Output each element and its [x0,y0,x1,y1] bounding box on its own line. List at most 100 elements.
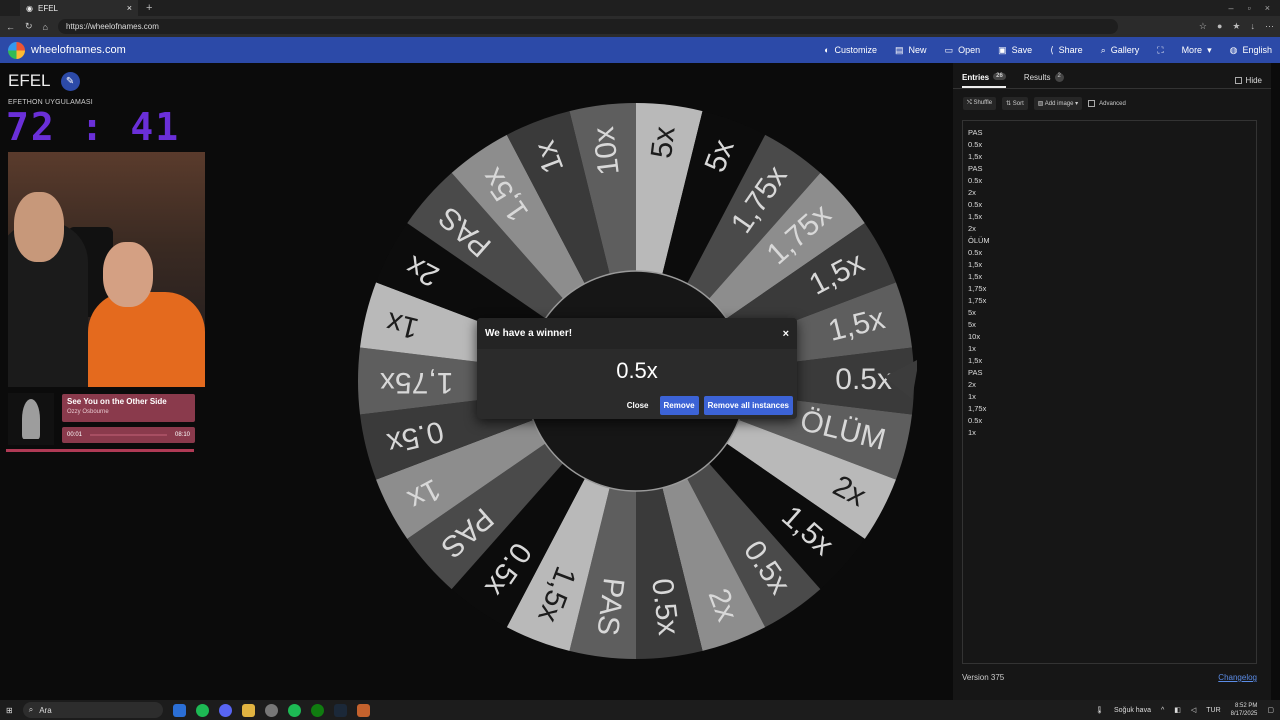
entry-line: 0.5x [968,140,983,149]
customize-button[interactable]: ◐ Customize [824,45,877,55]
home-icon[interactable]: ⌂ [43,22,48,32]
url-text: https://wheelofnames.com [65,22,159,31]
new-tab-icon[interactable]: + [146,2,152,14]
app-header: wheelofnames.com ◐ Customize ▤ New ▭ Open ▣… [0,37,1280,63]
save-button[interactable]: ▣ Save [998,45,1032,56]
site-name[interactable]: wheelofnames.com [31,44,126,56]
wheel-title: EFEL [8,71,51,90]
gallery-button[interactable]: ⌕ Gallery [1101,45,1140,56]
entries-panel: Entries 26 Results 2 Hide ⤭ Shuffle ⇅ So… [953,63,1271,703]
language-button[interactable]: ◍ English [1230,45,1272,56]
xbox-icon[interactable] [310,703,324,717]
taskbar: ⊞ ⌕ Ara 🌡 Soğuk hava ^ ◧ ◁ TUR 8:52 PM 8… [0,700,1280,720]
image-icon: ▨ [1037,101,1045,107]
entry-line: PAS [968,164,983,173]
browser-tab[interactable]: ◉ EFEL × [20,0,138,16]
entry-line: 0.5x [968,176,983,185]
entry-line: 1x [968,344,976,353]
volume-icon[interactable]: ◁ [1191,706,1196,714]
entry-line: 0.5x [968,200,983,209]
notification-icon[interactable]: ▢ [1267,706,1274,714]
edge-icon[interactable] [172,703,186,717]
entries-count-badge: 26 [993,73,1006,80]
song-progress: 00:01 08:10 [62,427,195,443]
entry-line: ÖLÜM [968,236,990,245]
obs-icon[interactable] [356,703,370,717]
maximize-icon[interactable]: ▫ [1248,3,1251,13]
network-icon[interactable]: ◧ [1174,706,1181,714]
wheel-segment-label: 0.5x [835,363,892,396]
close-icon[interactable]: × [783,328,789,340]
start-icon[interactable]: ⊞ [6,706,13,715]
wheel-logo-icon[interactable] [8,41,25,59]
fullscreen-button[interactable]: ⛶ [1157,45,1163,56]
edit-title-button[interactable]: ✎ [60,71,80,91]
downloads-icon[interactable]: ↓ [1251,21,1256,32]
discord-icon[interactable] [218,703,232,717]
song-progress-track [90,434,167,436]
entry-line: 1,5x [968,260,983,269]
advanced-toggle[interactable]: Advanced [1088,100,1126,107]
entry-line: 2x [968,224,976,233]
entry-line: 1,5x [968,356,983,365]
tab-entries[interactable]: Entries 26 [962,73,1006,88]
open-button[interactable]: ▭ Open [945,45,981,56]
shuffle-button[interactable]: ⤭ Shuffle [963,97,997,110]
taskbar-search[interactable]: ⌕ Ara [22,702,163,718]
steam-icon[interactable] [333,703,347,717]
remove-all-button[interactable]: Remove all instances [703,396,793,415]
spotify-2-icon[interactable] [287,703,301,717]
folder-icon[interactable] [241,703,255,717]
minimize-icon[interactable]: – [1229,3,1234,13]
clock[interactable]: 8:52 PM 8/17/2025 [1231,702,1258,718]
tray-chevron-icon[interactable]: ^ [1161,707,1164,714]
entry-line: 2x [968,380,976,389]
entries-toolbar: ⤭ Shuffle ⇅ Sort ▨ Add image ▾ Advanced [953,89,1271,118]
person-right-head [103,242,153,307]
extension-icon[interactable]: ● [1217,21,1222,32]
window-close-icon[interactable]: × [1265,3,1270,13]
reload-icon[interactable]: ↻ [25,21,33,32]
more-icon[interactable]: ⋯ [1265,21,1274,32]
entry-line: 0.5x [968,416,983,425]
weather-label[interactable]: Soğuk hava [1114,707,1151,714]
entry-line: 5x [968,320,976,329]
star-icon[interactable]: ☆ [1199,21,1207,32]
hide-checkbox[interactable] [1234,77,1242,84]
entries-textarea[interactable]: PAS 0.5x 1,5x PAS 0.5x 2x 0.5x 1,5x 2x ÖLÜM 0.5x 1,… [962,120,1257,664]
entry-line: 2x [968,188,976,197]
changelog-link[interactable]: Changelog [1218,673,1257,682]
progress-underline [6,449,194,452]
back-icon[interactable]: ← [6,22,15,32]
entry-line: 1,5x [968,152,983,161]
more-button[interactable]: More ▾ [1182,45,1212,56]
share-button[interactable]: ⟨ Share [1050,45,1083,56]
album-cover [8,393,54,445]
chevron-down-icon: ▾ [1073,101,1079,107]
share-icon: ⟨ [1050,44,1054,55]
favorites-icon[interactable]: ★ [1232,21,1240,32]
left-panel: EFEL ✎ EFETHON UYGULAMASI 72 : 41 : 54 S… [0,63,210,703]
remove-button[interactable]: Remove [659,396,699,415]
wheel-segment-label: 5x [645,125,682,160]
sort-button[interactable]: ⇅ Sort [1002,97,1028,110]
language-indicator[interactable]: TUR [1206,707,1220,714]
close-button[interactable]: Close [621,397,655,414]
search-icon: ⌕ [1100,44,1106,55]
new-button[interactable]: ▤ New [895,45,927,56]
sort-icon: ⇅ [1006,101,1013,107]
add-image-button[interactable]: ▨ Add image ▾ [1033,97,1083,110]
hide-toggle[interactable]: Hide [1234,73,1262,88]
app-icon[interactable] [264,703,278,717]
tab-close-icon[interactable]: × [127,3,132,13]
address-input[interactable]: https://wheelofnames.com [57,19,1118,34]
spotify-icon[interactable] [195,703,209,717]
clock-date: 8/17/2025 [1230,711,1258,717]
song-title: See You on the Other Side [67,397,167,406]
advanced-checkbox[interactable] [1088,100,1096,107]
entry-line: PAS [968,128,983,137]
weather-icon[interactable]: 🌡 [1095,706,1104,714]
tab-title: EFEL [37,3,58,13]
tab-results[interactable]: Results 2 [1024,73,1064,88]
wheel-title-row: EFEL ✎ [8,71,80,91]
